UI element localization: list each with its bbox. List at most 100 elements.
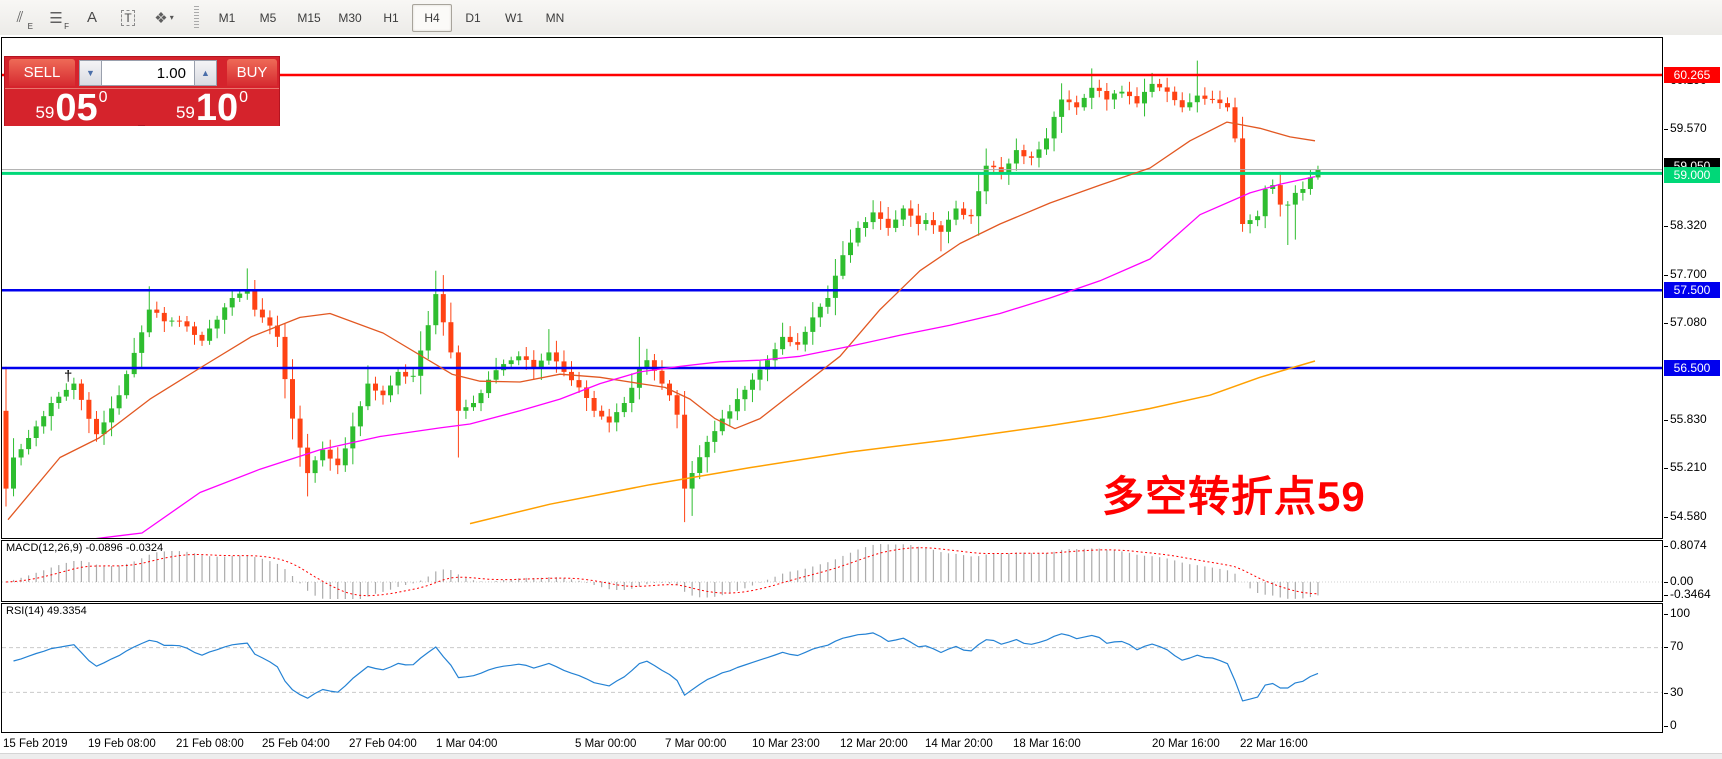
candle-body xyxy=(1278,185,1283,205)
candle-body xyxy=(162,313,167,321)
candle-body xyxy=(1240,138,1245,224)
volume-decrease-button[interactable]: ▼ xyxy=(79,60,102,86)
candle-body xyxy=(599,411,604,417)
dropdown-caret-icon[interactable]: ▾ xyxy=(170,13,174,22)
candle-body xyxy=(742,390,747,399)
candle-body xyxy=(117,395,122,408)
buy-price-display[interactable]: 59 10 0 xyxy=(145,89,279,126)
macd-panel[interactable]: MACD(12,26,9) -0.0896 -0.0324 xyxy=(1,540,1663,602)
volume-stepper: ▼ ▲ xyxy=(79,60,217,86)
buy-button[interactable]: BUY xyxy=(227,59,277,86)
time-axis[interactable]: 15 Feb 201919 Feb 08:0021 Feb 08:0025 Fe… xyxy=(0,738,1722,754)
candle-body xyxy=(1052,117,1057,138)
equidistant-channel-button[interactable]: ⫽E xyxy=(4,3,36,33)
candle-body xyxy=(1067,100,1072,103)
price-tick-57.700: 57.700 xyxy=(1670,267,1707,281)
candle-body xyxy=(1225,103,1230,107)
candle-body xyxy=(267,317,272,325)
candle-body xyxy=(207,329,212,341)
candle-body xyxy=(712,431,717,442)
candle-body xyxy=(1217,100,1222,104)
macd-canvas[interactable] xyxy=(2,541,1662,601)
arrows-button[interactable]: ❖▾ xyxy=(148,3,180,33)
candle-body xyxy=(901,209,906,220)
drawing-tools-group: ⫽E☰FAT❖▾ xyxy=(0,3,180,33)
timeframe-button-m30[interactable]: M30 xyxy=(330,4,370,32)
price-tick-55.210: 55.210 xyxy=(1670,460,1707,474)
chart-object-marker[interactable]: † xyxy=(64,368,72,385)
sell-price-handle: 59 xyxy=(35,104,54,121)
candle-body xyxy=(230,298,235,307)
candle-body xyxy=(961,209,966,215)
candle-body xyxy=(34,426,39,438)
candle-body xyxy=(305,448,310,474)
timeframe-button-h4[interactable]: H4 xyxy=(412,4,452,32)
timeframe-button-m5[interactable]: M5 xyxy=(248,4,288,32)
text-tool-button[interactable]: T xyxy=(112,3,144,33)
candle-body xyxy=(1172,92,1177,100)
rsi-canvas[interactable] xyxy=(2,604,1662,732)
candle-body xyxy=(1119,92,1124,94)
candle-body xyxy=(463,407,468,411)
candle-body xyxy=(908,209,913,216)
price-tick-58.320: 58.320 xyxy=(1670,218,1707,232)
volume-input[interactable] xyxy=(102,60,194,86)
timeframe-button-m15[interactable]: M15 xyxy=(289,4,329,32)
candle-body xyxy=(509,360,514,364)
price-label-box-56.500: 56.500 xyxy=(1664,360,1720,376)
volume-increase-button[interactable]: ▲ xyxy=(194,60,217,86)
rsi-panel[interactable]: RSI(14) 49.3354 xyxy=(1,603,1663,733)
candle-body xyxy=(1082,98,1087,107)
candle-body xyxy=(79,384,84,400)
candle-body xyxy=(1142,92,1147,104)
price-axis[interactable]: 60.19059.57058.95058.32057.70057.08056.4… xyxy=(1664,0,1722,759)
time-label: 5 Mar 00:00 xyxy=(575,738,636,750)
candle-body xyxy=(64,390,69,397)
candle-body xyxy=(637,368,642,388)
rsi-scale-70: 70 xyxy=(1670,639,1683,653)
candle-body xyxy=(298,419,303,448)
candle-body xyxy=(1300,189,1305,193)
candle-body xyxy=(1285,205,1290,206)
candle-body xyxy=(607,417,612,423)
timeframe-button-h1[interactable]: H1 xyxy=(371,4,411,32)
timeframe-button-d1[interactable]: D1 xyxy=(453,4,493,32)
candle-body xyxy=(373,384,378,391)
candle-body xyxy=(86,400,91,419)
candle-body xyxy=(946,220,951,232)
sell-price-pipette: 0 xyxy=(99,90,108,106)
candle-body xyxy=(818,307,823,318)
candle-body xyxy=(1074,102,1079,107)
chart-window: ▲USOil-,H4 58.920 59.100 58.920 59.050 †… xyxy=(0,35,1722,753)
candle-body xyxy=(1150,84,1155,92)
candle-body xyxy=(720,419,725,432)
text-label-button[interactable]: A xyxy=(76,3,108,33)
candle-body xyxy=(592,398,597,411)
candle-body xyxy=(471,403,476,407)
candle-body xyxy=(554,352,559,361)
macd-header: MACD(12,26,9) -0.0896 -0.0324 xyxy=(6,542,163,554)
fibonacci-retracement-button[interactable]: ☰F xyxy=(40,3,72,33)
toolbar-grip[interactable] xyxy=(194,6,199,30)
time-label: 1 Mar 04:00 xyxy=(436,738,497,750)
macd-signal-line xyxy=(6,548,1318,596)
sell-price-display[interactable]: 59 05 0 xyxy=(5,89,138,126)
candle-body xyxy=(825,298,830,307)
candle-body xyxy=(19,449,24,457)
price-tick-57.080: 57.080 xyxy=(1670,315,1707,329)
timeframe-button-w1[interactable]: W1 xyxy=(494,4,534,32)
candle-body xyxy=(185,321,190,326)
candle-body xyxy=(411,376,416,377)
price-tick-54.580: 54.580 xyxy=(1670,509,1707,523)
sell-button[interactable]: SELL xyxy=(9,59,75,86)
candle-body xyxy=(1097,88,1102,91)
timeframe-button-m1[interactable]: M1 xyxy=(207,4,247,32)
candle-body xyxy=(396,372,401,386)
candle-body xyxy=(343,448,348,465)
trade-panel-prices: 59 05 0 59 10 0 xyxy=(5,88,279,126)
candle-body xyxy=(4,411,9,489)
timeframe-button-mn[interactable]: MN xyxy=(535,4,575,32)
sell-price-pips: 05 xyxy=(55,92,97,124)
candle-body xyxy=(132,353,137,374)
candle-body xyxy=(577,380,582,387)
